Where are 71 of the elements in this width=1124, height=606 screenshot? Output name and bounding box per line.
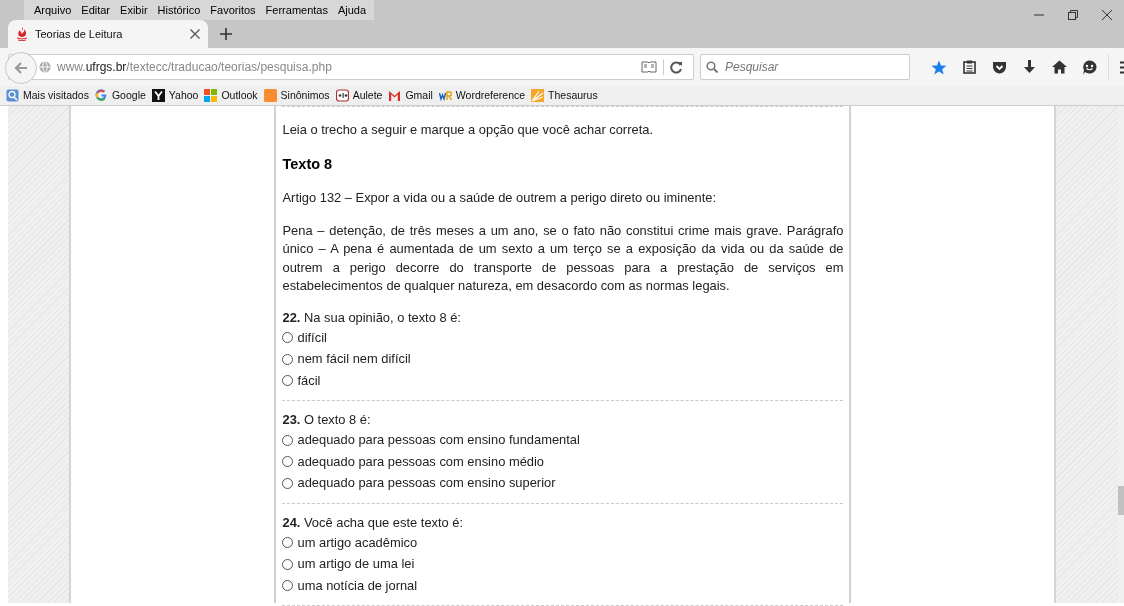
home-icon[interactable] (1051, 60, 1067, 74)
reload-icon[interactable] (670, 60, 683, 74)
wordreference-icon (438, 89, 452, 102)
menu-item[interactable]: Histórico (153, 1, 205, 19)
back-button[interactable] (5, 52, 37, 84)
bookmark[interactable]: Thesaurus (531, 87, 598, 104)
star-icon[interactable] (931, 59, 947, 75)
bookmark[interactable]: Yahoo (151, 87, 199, 104)
menu-item[interactable]: Arquivo (30, 1, 76, 19)
radio-option[interactable]: uma notícia de jornal (282, 574, 844, 597)
instruction-text: Leia o trecho a seguir e marque a opção que você achar correta. (282, 121, 654, 139)
bookmark[interactable]: Gmail (388, 87, 433, 104)
flame-icon (16, 27, 28, 41)
radio-button[interactable] (282, 537, 294, 548)
radio-button[interactable] (282, 353, 294, 365)
radio-button[interactable] (282, 580, 294, 591)
radio-option[interactable]: difícil (282, 326, 844, 349)
radio-option[interactable]: um artigo acadêmico (282, 531, 844, 554)
radio-option[interactable]: um artigo de uma lei (282, 553, 844, 575)
radio-button[interactable] (282, 456, 294, 467)
gmail-icon (388, 89, 402, 102)
paragraph: Artigo 132 – Expor a vida ou a saúde de outrem a perigo direto ou iminente: (282, 189, 718, 208)
close-icon[interactable] (190, 29, 200, 39)
radio-option[interactable]: fácil (282, 369, 844, 392)
yahoo-icon (151, 89, 165, 102)
reader-view-icon[interactable] (641, 61, 657, 73)
google-icon (94, 89, 108, 102)
thesaurus-icon (531, 89, 545, 102)
radio-option[interactable]: adequado para pessoas com ensino médio (282, 450, 844, 473)
search-field[interactable]: Pesquisar (700, 54, 910, 80)
radio-option[interactable]: adequado para pessoas com ensino fundamental (282, 429, 844, 451)
bookmark[interactable]: Wordreference (438, 87, 526, 104)
windows-icon (204, 89, 218, 102)
restore-icon[interactable] (1068, 10, 1078, 20)
radio-button[interactable] (282, 434, 294, 446)
download-icon[interactable] (1022, 60, 1036, 74)
bookmark[interactable]: Google (94, 87, 146, 104)
radio-button[interactable] (282, 375, 294, 386)
tab-title: Teorias de Leitura (35, 26, 124, 42)
menu-item[interactable]: Favoritos (206, 1, 260, 19)
radio-button[interactable] (282, 332, 294, 343)
dictionary-icon (335, 89, 349, 102)
section-heading: Texto 8 (282, 154, 334, 174)
radio-option[interactable]: nem fácil nem difícil (282, 348, 844, 370)
new-tab-icon[interactable] (220, 28, 232, 40)
bookmark[interactable]: Mais visitados (6, 87, 89, 104)
bookmark[interactable]: Aulete (335, 87, 383, 104)
scrollbar-thumb[interactable] (1118, 486, 1124, 515)
menu-item[interactable]: Ferramentas (261, 1, 332, 19)
pocket-icon[interactable] (991, 60, 1007, 74)
radio-button[interactable] (282, 477, 294, 489)
bookmark[interactable]: Outlook (204, 87, 258, 104)
bookmark[interactable]: Sinônimos (263, 87, 330, 104)
menu-item[interactable]: Ajuda (333, 1, 371, 19)
question-text: 23. O texto 8 é: (282, 411, 372, 430)
square-icon (263, 89, 277, 102)
smiley-icon[interactable] (1081, 59, 1097, 75)
close-icon[interactable] (1102, 10, 1112, 20)
question-text: 22. Na sua opinião, o texto 8 é: (282, 308, 462, 327)
folder-icon (6, 89, 19, 102)
question-text: 24. Você acha que este texto é: (282, 513, 465, 532)
radio-button[interactable] (282, 558, 294, 570)
paragraph: Pena – detenção, de três meses a um ano, se o fato não constitui crime mais grave. Parágrafo único – A pena é aumentada de um sexto a um terço se a exposição da vida ou da saúde de outrem a perigo decorre do transporte de pessoas para a prestação de serviços em estabelecimentos de qualquer natureza, em desacordo com as normas legais. (282, 221, 844, 296)
menu-item[interactable]: Editar (77, 1, 115, 19)
reading-list-icon[interactable] (962, 60, 976, 74)
browser-tab[interactable]: Teorias de Leitura (8, 20, 208, 48)
search-icon (706, 61, 718, 73)
back-arrow-icon (14, 62, 28, 74)
radio-option[interactable]: adequado para pessoas com ensino superior (282, 472, 844, 494)
menu-item[interactable]: Exibir (116, 1, 152, 19)
scrollbar[interactable] (1118, 106, 1124, 603)
